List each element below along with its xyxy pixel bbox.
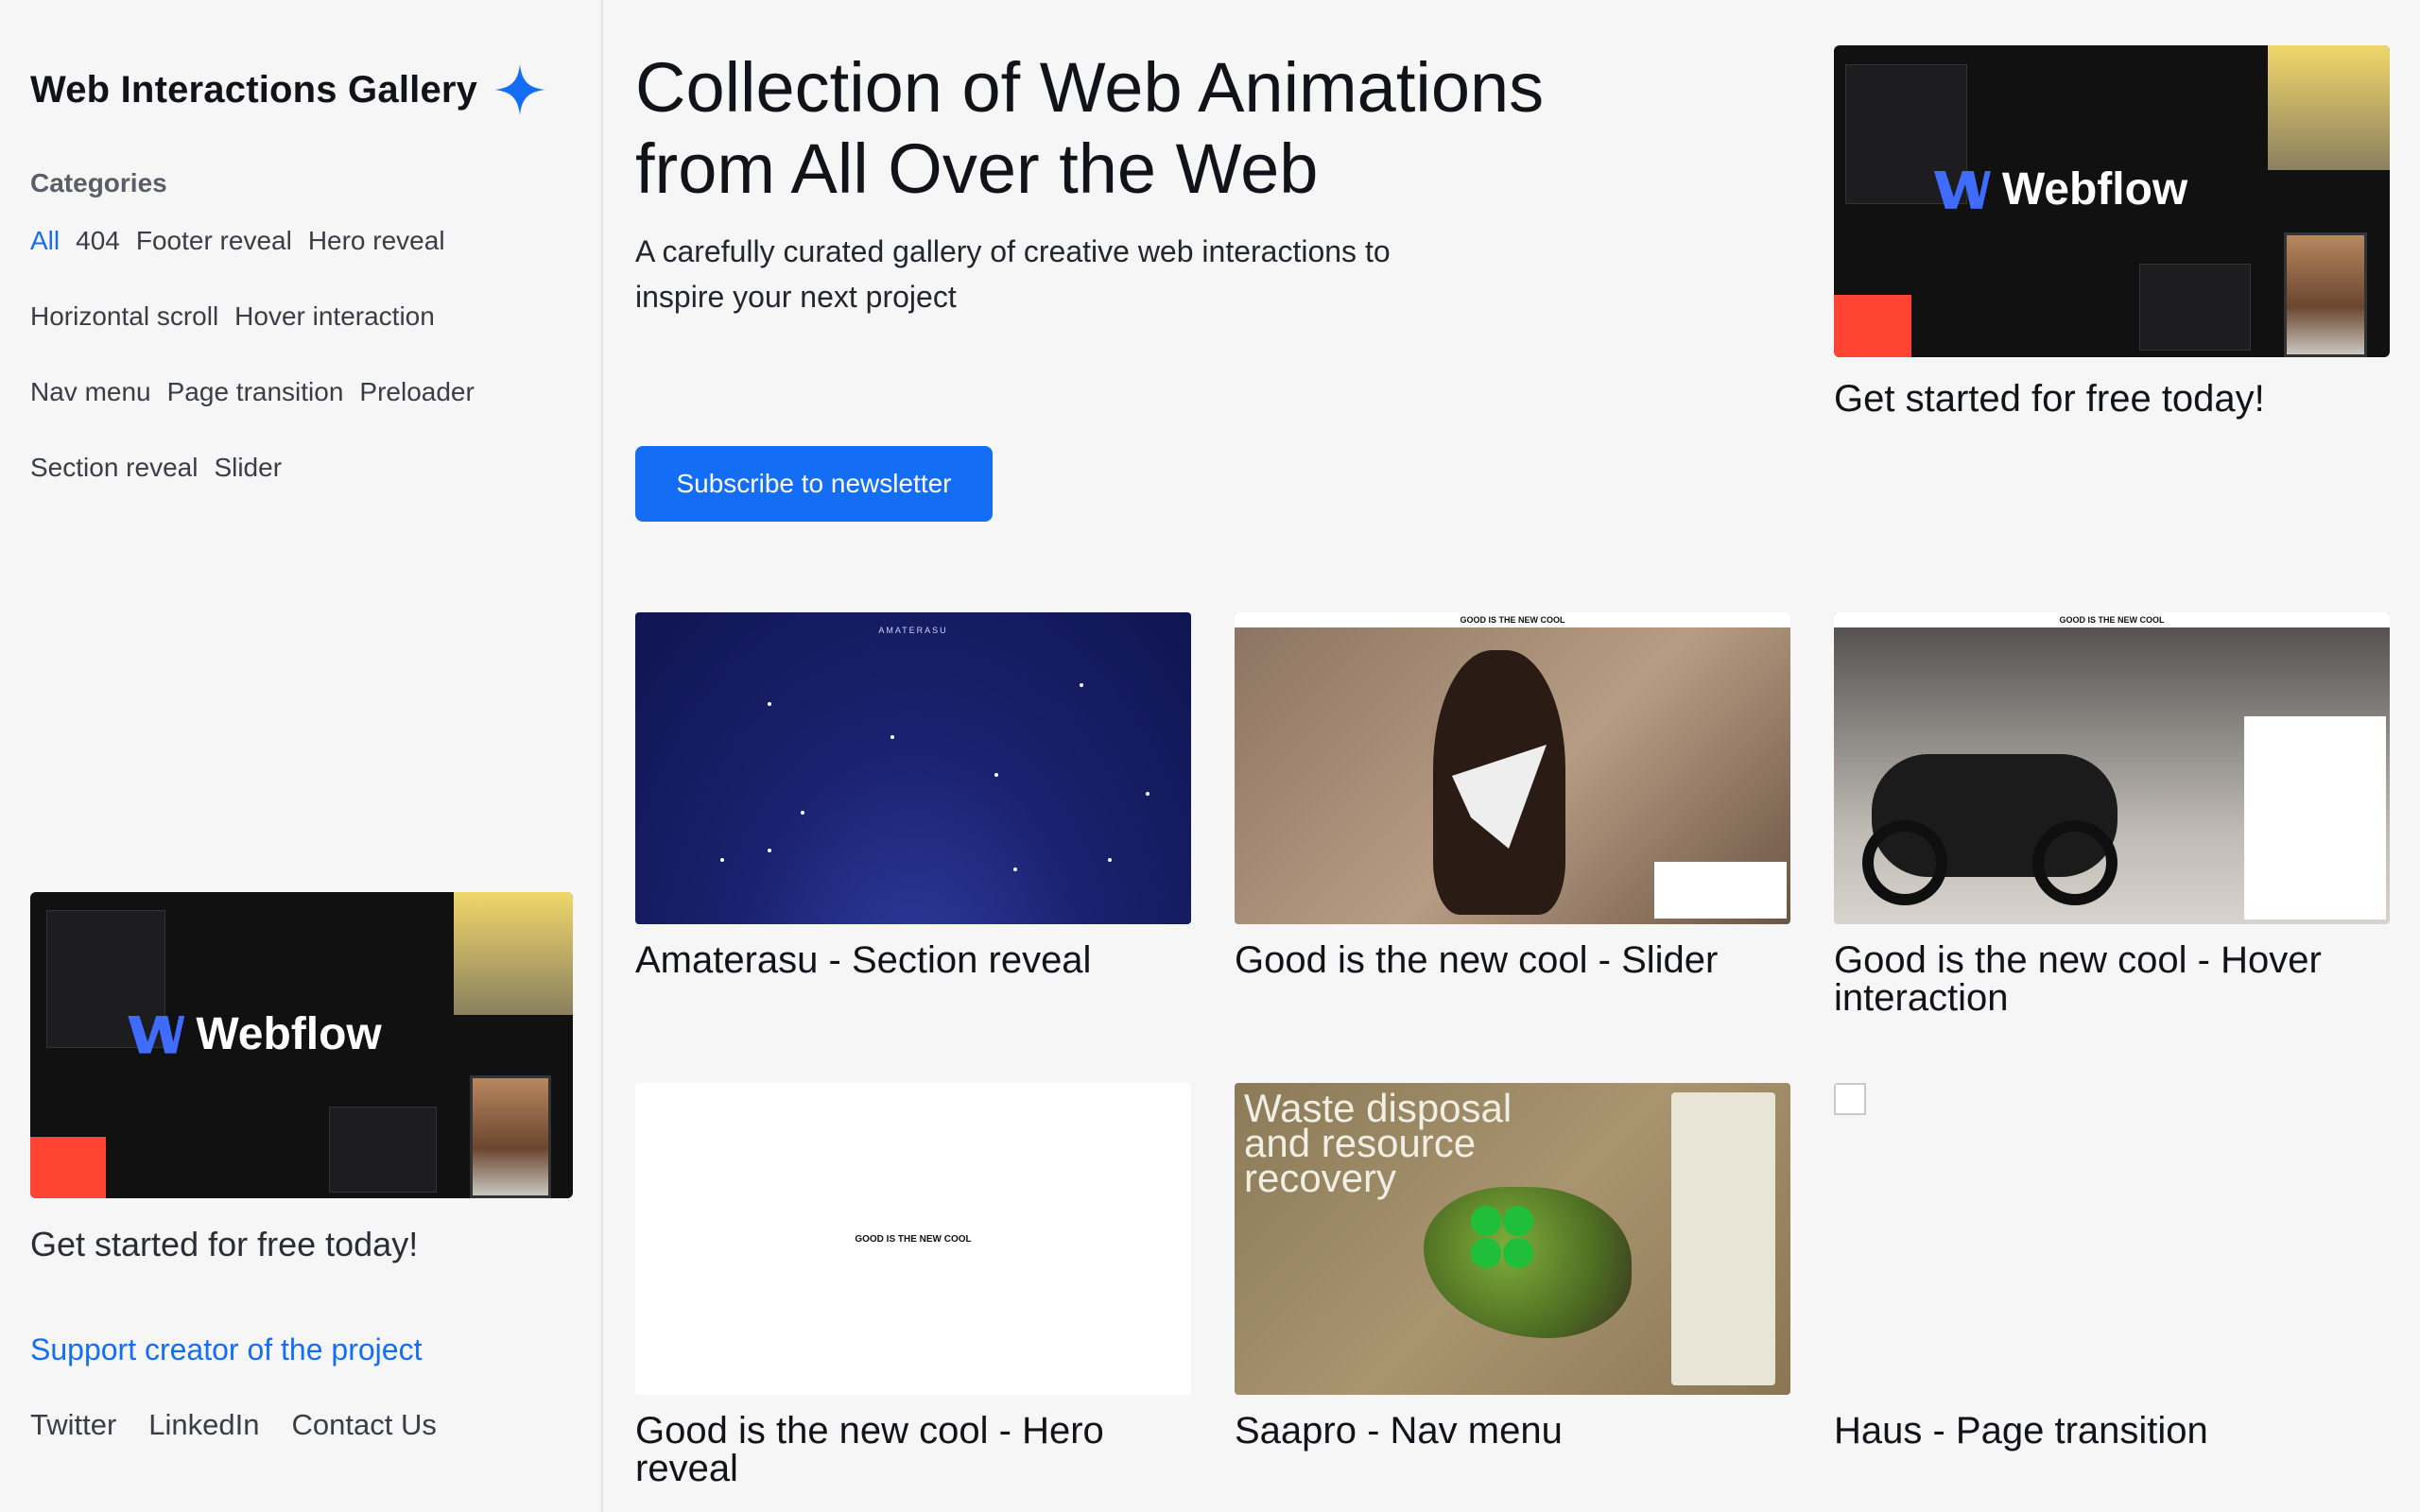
card-title[interactable]: Amaterasu - Section reveal [635, 941, 1191, 979]
subtitle-line-2: inspire your next project [635, 280, 957, 314]
category-404[interactable]: 404 [76, 227, 120, 255]
saapro-logo-icon [1471, 1206, 1537, 1272]
card-title-line-2[interactable]: interaction [1834, 977, 2009, 1019]
card-title-line-1[interactable]: Good is the new cool - Hover [1834, 939, 2322, 981]
promo-brand: Webflow [196, 1009, 382, 1060]
promo-caption[interactable]: Get started for free today! [30, 1225, 573, 1264]
category-hover-interaction[interactable]: Hover interaction [234, 302, 435, 331]
contact-us-link[interactable]: Contact Us [292, 1408, 437, 1442]
brand[interactable]: Web Interactions Gallery [30, 62, 547, 117]
category-preloader[interactable]: Preloader [359, 378, 474, 406]
subtitle-line-1: A carefully curated gallery of creative … [635, 234, 1391, 268]
category-nav-menu[interactable]: Nav menu [30, 378, 151, 406]
card-title-line-2[interactable]: reveal [635, 1448, 738, 1489]
gallery-card[interactable]: GOOD IS THE NEW COOL Good is the new coo… [1235, 612, 1790, 979]
gallery-card[interactable]: GOOD IS THE NEW COOL Good is the new coo… [635, 1083, 1191, 1487]
card-thumbnail[interactable]: GOOD IS THE NEW COOL [1834, 612, 2390, 924]
page: Web Interactions Gallery Categories All … [0, 0, 2420, 1512]
social-links: Twitter LinkedIn Contact Us [30, 1408, 437, 1442]
category-hero-reveal[interactable]: Hero reveal [308, 227, 445, 255]
broken-image-icon [1834, 1083, 1866, 1115]
card-thumbnail[interactable]: Waste disposal and resource recovery [1235, 1083, 1790, 1395]
card-title[interactable]: Good is the new cool - Slider [1235, 941, 1790, 979]
thumb-label: GOOD IS THE NEW COOL [1834, 612, 2390, 627]
webflow-logo-icon [1933, 170, 1991, 209]
card-thumbnail[interactable]: AMATERASU [635, 612, 1191, 924]
card-title[interactable]: Saapro - Nav menu [1235, 1412, 1790, 1450]
top-promo-brand: Webflow [2001, 164, 2188, 215]
category-all[interactable]: All [30, 227, 60, 255]
page-subtitle: A carefully curated gallery of creative … [635, 229, 1486, 319]
category-footer-reveal[interactable]: Footer reveal [136, 227, 292, 255]
linkedin-link[interactable]: LinkedIn [148, 1408, 259, 1442]
twitter-link[interactable]: Twitter [30, 1408, 116, 1442]
thumb-headline: Waste disposal and resource recovery [1244, 1086, 1512, 1200]
portrait-image [469, 1075, 552, 1198]
category-page-transition[interactable]: Page transition [167, 378, 344, 406]
gallery-card[interactable]: GOOD IS THE NEW COOL Good is the new coo… [1834, 612, 2390, 1017]
thumb-label: GOOD IS THE NEW COOL [1235, 612, 1790, 627]
card-thumbnail[interactable]: GOOD IS THE NEW COOL [635, 1083, 1191, 1395]
card-title[interactable]: Good is the new cool - Hero reveal [635, 1412, 1191, 1487]
sidebar: Web Interactions Gallery Categories All … [0, 0, 603, 1512]
category-horizontal-scroll[interactable]: Horizontal scroll [30, 302, 218, 331]
thumb-label: GOOD IS THE NEW COOL [855, 1233, 972, 1245]
card-title[interactable]: Good is the new cool - Hover interaction [1834, 941, 2390, 1017]
support-creator-link[interactable]: Support creator of the project [30, 1332, 422, 1367]
portrait-image [2284, 232, 2368, 357]
promo-image[interactable]: Webflow [30, 892, 573, 1198]
subscribe-button[interactable]: Subscribe to newsletter [635, 446, 993, 522]
gallery-card[interactable]: Haus - Page transition [1834, 1083, 2390, 1450]
card-title-line-1[interactable]: Good is the new cool - Hero [635, 1410, 1104, 1452]
category-list: All 404 Footer reveal Hero reveal Horizo… [30, 227, 560, 482]
webflow-banner: Webflow [1834, 45, 2390, 357]
top-promo[interactable]: Webflow Get started for free today! [1834, 45, 2390, 421]
thumb-label: AMATERASU [878, 626, 948, 635]
card-thumbnail[interactable]: GOOD IS THE NEW COOL [1235, 612, 1790, 924]
brand-title[interactable]: Web Interactions Gallery [30, 69, 477, 112]
category-section-reveal[interactable]: Section reveal [30, 454, 198, 482]
category-slider[interactable]: Slider [214, 454, 282, 482]
webflow-logo-icon [128, 1015, 185, 1054]
title-line-2: from All Over the Web [635, 129, 1319, 208]
gallery-card[interactable]: Waste disposal and resource recovery Saa… [1235, 1083, 1790, 1450]
card-title[interactable]: Haus - Page transition [1834, 1412, 2390, 1450]
card-thumbnail[interactable] [1834, 1083, 2390, 1395]
sparkle-icon [494, 64, 546, 115]
nav-panel [1671, 1092, 1775, 1385]
top-promo-image[interactable]: Webflow [1834, 45, 2390, 357]
gallery-card[interactable]: AMATERASU Amaterasu - Section reveal [635, 612, 1191, 979]
categories-heading: Categories [30, 168, 167, 198]
page-title: Collection of Web Animations from All Ov… [635, 47, 1675, 210]
top-promo-caption[interactable]: Get started for free today! [1834, 378, 2390, 421]
webflow-banner: Webflow [30, 892, 573, 1198]
title-line-1: Collection of Web Animations [635, 48, 1545, 127]
sidebar-promo[interactable]: Webflow Get started for free today! [30, 892, 573, 1264]
